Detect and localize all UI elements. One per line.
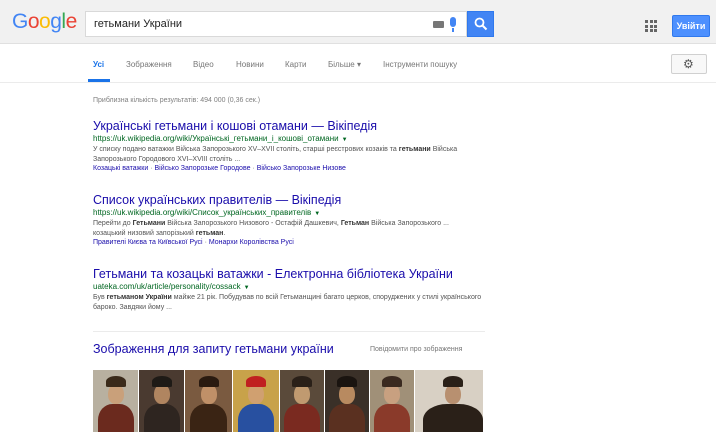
logo-letter: o <box>39 10 51 33</box>
result-snippet: Був гетьманом України майже 21 рік. Побу… <box>93 294 482 311</box>
result-url-text: https://uk.wikipedia.org/wiki/Список_укр… <box>93 208 312 217</box>
image-thumbnails <box>93 370 483 432</box>
search-result: Список українських правителів — Вікіпеді… <box>93 193 483 248</box>
image-thumbnail[interactable] <box>280 370 324 432</box>
tab-images[interactable]: Зображення <box>126 60 172 69</box>
report-images-link[interactable]: Повідомити про зображення <box>370 346 462 353</box>
result-url-text: uateka.com/uk/article/personality/cossac… <box>93 282 241 291</box>
active-tab-indicator <box>88 79 110 82</box>
sitelink[interactable]: Правителі Києва та Київської Русі <box>93 239 203 246</box>
search-icon <box>474 17 488 31</box>
result-sitelinks: Правителі Києва та Київської Русі · Мона… <box>93 239 294 246</box>
image-thumbnail[interactable] <box>415 370 483 432</box>
logo-letter: G <box>12 10 28 33</box>
result-url-text: https://uk.wikipedia.org/wiki/Українські… <box>93 134 339 143</box>
gear-icon: ⚙ <box>683 57 694 71</box>
tab-more[interactable]: Більше ▾ <box>328 60 361 69</box>
image-thumbnail[interactable] <box>93 370 138 432</box>
top-bar: Google Увійти <box>0 0 716 44</box>
tab-videos[interactable]: Відео <box>193 60 214 69</box>
image-thumbnail[interactable] <box>139 370 184 432</box>
sitelink[interactable]: Військо Запорозьке Низове <box>257 165 346 172</box>
result-stats: Приблизна кількість результатів: 494 000… <box>93 97 261 104</box>
result-url: uateka.com/uk/article/personality/cossac… <box>93 282 483 293</box>
tab-maps[interactable]: Карти <box>285 60 307 69</box>
images-section-heading[interactable]: Зображення для запиту гетьмани україни <box>93 342 334 356</box>
search-box[interactable] <box>85 11 467 37</box>
tab-search-tools[interactable]: Інструменти пошуку <box>383 60 457 69</box>
result-title-link[interactable]: Список українських правителів — Вікіпеді… <box>93 193 483 208</box>
result-sitelinks: Козацькі ватажки · Військо Запорозьке Го… <box>93 165 346 172</box>
logo-letter: e <box>65 10 78 33</box>
result-title-link[interactable]: Українські гетьмани і кошові отамани — В… <box>93 119 483 134</box>
dropdown-arrow-icon[interactable]: ▼ <box>244 285 250 291</box>
image-thumbnail[interactable] <box>233 370 279 432</box>
settings-button[interactable]: ⚙ <box>671 54 707 74</box>
search-tabs: Усі Зображення Відео Новини Карти Більше… <box>0 45 716 83</box>
result-title-link[interactable]: Гетьмани та козацькі ватажки - Електронн… <box>93 267 483 282</box>
sitelink[interactable]: Козацькі ватажки <box>93 165 148 172</box>
tab-news[interactable]: Новини <box>236 60 264 69</box>
apps-icon[interactable] <box>645 20 657 32</box>
mic-icon[interactable] <box>450 17 456 32</box>
google-logo[interactable]: Google <box>12 10 77 34</box>
search-input[interactable] <box>94 16 414 32</box>
search-button[interactable] <box>467 11 494 37</box>
search-result: Гетьмани та козацькі ватажки - Електронн… <box>93 267 483 312</box>
keyboard-icon[interactable] <box>433 21 444 28</box>
tab-all[interactable]: Усі <box>93 60 104 69</box>
dropdown-arrow-icon[interactable]: ▼ <box>314 211 320 217</box>
image-thumbnail[interactable] <box>185 370 232 432</box>
logo-letter: o <box>27 10 40 33</box>
result-snippet: У списку подано ватажки Війська Запорозь… <box>93 146 458 163</box>
sitelink[interactable]: Монархи Королівства Русі <box>209 239 294 246</box>
image-thumbnail[interactable] <box>370 370 414 432</box>
sitelink[interactable]: Військо Запорозьке Городове <box>155 165 251 172</box>
logo-letter: g <box>50 10 62 33</box>
result-url: https://uk.wikipedia.org/wiki/Список_укр… <box>93 208 483 219</box>
result-url: https://uk.wikipedia.org/wiki/Українські… <box>93 134 483 145</box>
search-result: Українські гетьмани і кошові отамани — В… <box>93 119 483 174</box>
dropdown-arrow-icon[interactable]: ▼ <box>342 137 348 143</box>
image-thumbnail[interactable] <box>325 370 369 432</box>
result-snippet: Перейти до Гетьмани Війська Запорозького… <box>93 220 449 237</box>
sign-in-button[interactable]: Увійти <box>672 15 710 37</box>
section-divider <box>93 331 485 332</box>
